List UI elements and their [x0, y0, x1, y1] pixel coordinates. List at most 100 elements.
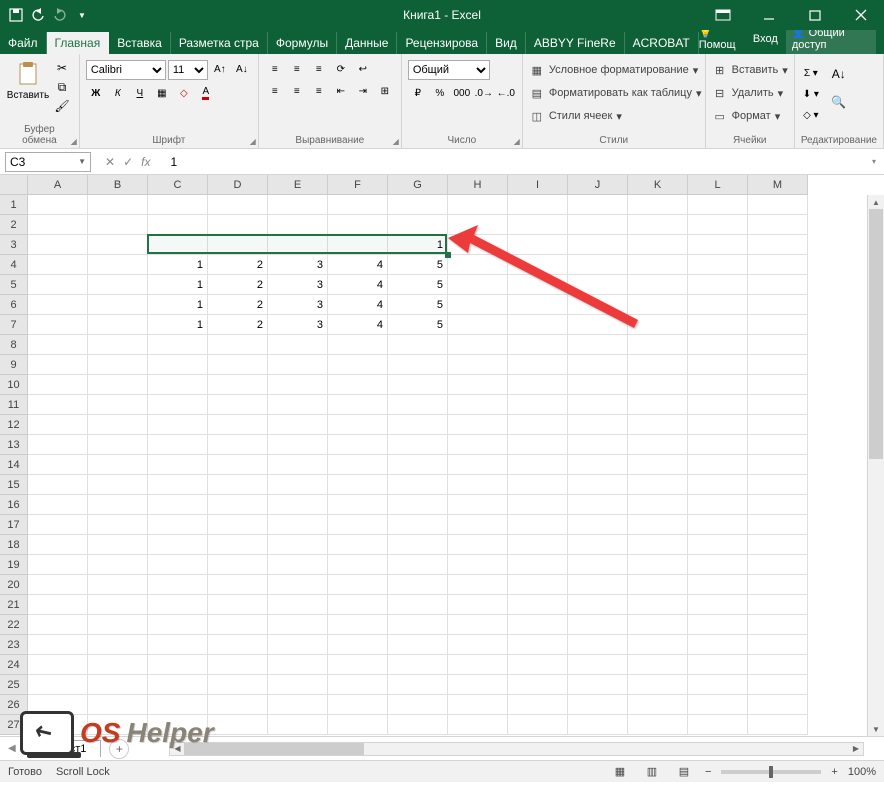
- cancel-icon[interactable]: ✕: [105, 155, 115, 169]
- cell[interactable]: [148, 675, 208, 695]
- cell[interactable]: [328, 635, 388, 655]
- cell[interactable]: [88, 555, 148, 575]
- cell[interactable]: [208, 195, 268, 215]
- cell[interactable]: [748, 295, 808, 315]
- cell[interactable]: [28, 595, 88, 615]
- cell[interactable]: [568, 695, 628, 715]
- cell[interactable]: [508, 235, 568, 255]
- cell[interactable]: [748, 195, 808, 215]
- cell[interactable]: [28, 255, 88, 275]
- merge-icon[interactable]: ⊞: [375, 82, 395, 100]
- cell[interactable]: [508, 395, 568, 415]
- cell[interactable]: [388, 355, 448, 375]
- fill-handle[interactable]: [445, 252, 451, 258]
- currency-icon[interactable]: ₽: [408, 84, 428, 102]
- cell[interactable]: [748, 555, 808, 575]
- cell[interactable]: [268, 555, 328, 575]
- row-header[interactable]: 12: [0, 415, 28, 435]
- cell[interactable]: [328, 375, 388, 395]
- cell[interactable]: [28, 335, 88, 355]
- cell[interactable]: [268, 615, 328, 635]
- cell[interactable]: [748, 375, 808, 395]
- cell[interactable]: [748, 435, 808, 455]
- cell[interactable]: [508, 595, 568, 615]
- cell[interactable]: [568, 295, 628, 315]
- cell[interactable]: [568, 375, 628, 395]
- cell[interactable]: [448, 415, 508, 435]
- cell[interactable]: [448, 435, 508, 455]
- cell[interactable]: [148, 515, 208, 535]
- expand-formula-icon[interactable]: ▾: [864, 157, 884, 166]
- cell[interactable]: [688, 535, 748, 555]
- cell[interactable]: [28, 195, 88, 215]
- cell[interactable]: [688, 395, 748, 415]
- cell[interactable]: [568, 215, 628, 235]
- format-cells-button[interactable]: ▭Формат ▾: [712, 106, 781, 126]
- fill-color-icon[interactable]: ◇: [174, 84, 194, 102]
- tab-insert[interactable]: Вставка: [109, 32, 171, 54]
- cell[interactable]: 5: [388, 255, 448, 275]
- row-header[interactable]: 24: [0, 655, 28, 675]
- cell[interactable]: [568, 435, 628, 455]
- cell[interactable]: [28, 675, 88, 695]
- cell[interactable]: [88, 195, 148, 215]
- align-middle-icon[interactable]: ≡: [287, 60, 307, 78]
- cell[interactable]: [448, 455, 508, 475]
- copy-icon[interactable]: ⧉: [54, 79, 70, 95]
- cell[interactable]: [508, 515, 568, 535]
- align-left-icon[interactable]: ≡: [265, 82, 285, 100]
- cell[interactable]: [148, 615, 208, 635]
- cell[interactable]: [28, 535, 88, 555]
- cell[interactable]: [448, 575, 508, 595]
- cell[interactable]: [568, 515, 628, 535]
- tab-abbyy[interactable]: ABBYY FineRe: [526, 32, 625, 54]
- cell[interactable]: [28, 215, 88, 235]
- indent-increase-icon[interactable]: ⇥: [353, 82, 373, 100]
- cell[interactable]: [508, 535, 568, 555]
- cell[interactable]: [28, 355, 88, 375]
- cell[interactable]: [388, 435, 448, 455]
- cell[interactable]: [448, 395, 508, 415]
- align-top-icon[interactable]: ≡: [265, 60, 285, 78]
- cell[interactable]: [208, 595, 268, 615]
- cell[interactable]: [748, 495, 808, 515]
- cell[interactable]: [88, 375, 148, 395]
- row-header[interactable]: 23: [0, 635, 28, 655]
- cell[interactable]: 4: [328, 295, 388, 315]
- name-box[interactable]: C3▼: [5, 152, 91, 172]
- row-header[interactable]: 9: [0, 355, 28, 375]
- cell[interactable]: [88, 355, 148, 375]
- cell[interactable]: [28, 655, 88, 675]
- cell[interactable]: [628, 255, 688, 275]
- cell-styles-button[interactable]: ◫Стили ячеек ▾: [529, 106, 622, 126]
- cell[interactable]: [388, 395, 448, 415]
- cell[interactable]: [28, 295, 88, 315]
- cell[interactable]: 2: [208, 255, 268, 275]
- cell[interactable]: [208, 475, 268, 495]
- cell[interactable]: [748, 315, 808, 335]
- undo-icon[interactable]: [30, 7, 46, 23]
- cell[interactable]: [688, 515, 748, 535]
- cell[interactable]: [388, 635, 448, 655]
- cell[interactable]: [508, 275, 568, 295]
- cell[interactable]: [208, 335, 268, 355]
- cell[interactable]: [88, 515, 148, 535]
- cell[interactable]: [388, 715, 448, 735]
- cell[interactable]: [28, 475, 88, 495]
- tab-view[interactable]: Вид: [487, 32, 526, 54]
- cell[interactable]: [688, 555, 748, 575]
- cell[interactable]: [568, 535, 628, 555]
- cell[interactable]: [208, 515, 268, 535]
- cell[interactable]: [328, 475, 388, 495]
- cell[interactable]: 1: [148, 315, 208, 335]
- row-header[interactable]: 19: [0, 555, 28, 575]
- cell[interactable]: [448, 535, 508, 555]
- cell[interactable]: [88, 475, 148, 495]
- cell[interactable]: [88, 495, 148, 515]
- cell[interactable]: [28, 515, 88, 535]
- cell[interactable]: [148, 375, 208, 395]
- cell[interactable]: [508, 415, 568, 435]
- fill-icon[interactable]: ⬇ ▾: [801, 85, 821, 103]
- cell[interactable]: [448, 335, 508, 355]
- cell[interactable]: [628, 455, 688, 475]
